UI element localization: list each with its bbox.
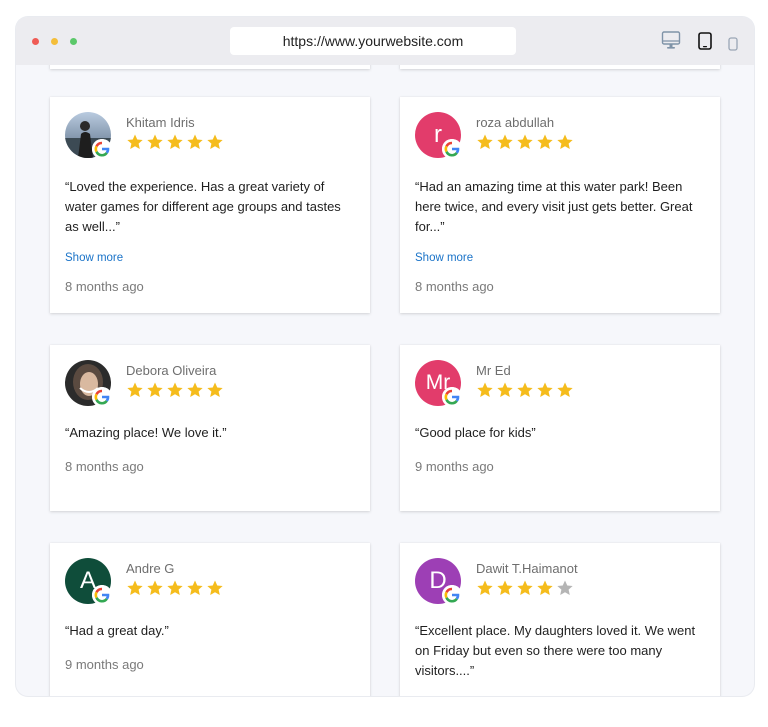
star-icon [517, 580, 533, 595]
desktop-icon[interactable] [661, 30, 681, 55]
review-date: 8 months ago [415, 279, 494, 294]
star-icon [147, 580, 163, 595]
star-icon [477, 382, 493, 397]
star-icon [187, 580, 203, 595]
star-icon [147, 382, 163, 397]
avatar: A [65, 558, 113, 606]
tablet-icon[interactable] [698, 32, 712, 55]
star-icon-empty [557, 580, 573, 595]
star-icon [517, 382, 533, 397]
star-rating [126, 579, 224, 597]
review-card-partial [50, 65, 370, 69]
star-icon [557, 134, 573, 149]
google-icon [442, 585, 462, 605]
review-card: A Andre G “Had a great day.” 9 months ag… [50, 543, 370, 696]
star-icon [497, 580, 513, 595]
star-icon [167, 580, 183, 595]
star-rating [476, 579, 574, 597]
review-text: “Had a great day.” [65, 623, 169, 638]
review-date: 9 months ago [65, 657, 144, 672]
google-icon [92, 585, 112, 605]
star-icon [167, 134, 183, 149]
review-card: r roza abdullah “Had an amazing time at … [400, 97, 720, 313]
star-icon [537, 382, 553, 397]
avatar: D [415, 558, 463, 606]
google-icon [92, 139, 112, 159]
star-icon [557, 382, 573, 397]
show-more-link[interactable]: Show more [65, 252, 123, 264]
star-icon [207, 382, 223, 397]
reviewer-name[interactable]: Khitam Idris [126, 115, 195, 130]
star-icon [517, 134, 533, 149]
star-rating [126, 381, 224, 399]
star-rating [126, 133, 224, 151]
star-icon [477, 580, 493, 595]
star-icon [207, 580, 223, 595]
review-card: Debora Oliveira “Amazing place! We love … [50, 345, 370, 511]
avatar [65, 360, 113, 408]
review-card: Khitam Idris “Loved the experience. Has … [50, 97, 370, 313]
star-icon [497, 382, 513, 397]
minimize-window-button[interactable] [51, 38, 58, 45]
star-icon [537, 580, 553, 595]
review-date: 8 months ago [65, 459, 144, 474]
star-icon [127, 134, 143, 149]
review-card: D Dawit T.Haimanot “Excellent place. My … [400, 543, 720, 696]
star-icon [127, 382, 143, 397]
google-icon [442, 387, 462, 407]
address-bar[interactable]: https://www.yourwebsite.com [230, 27, 516, 55]
star-icon [147, 134, 163, 149]
star-icon [207, 134, 223, 149]
review-card-partial [400, 65, 720, 69]
reviewer-name[interactable]: Mr Ed [476, 363, 511, 378]
review-text: “Loved the experience. Has a great varie… [65, 179, 341, 234]
close-window-button[interactable] [32, 38, 39, 45]
star-icon [187, 134, 203, 149]
avatar [65, 112, 113, 160]
reviewer-name[interactable]: Debora Oliveira [126, 363, 216, 378]
star-rating [476, 133, 574, 151]
show-more-link[interactable]: Show more [415, 252, 473, 264]
reviewer-name[interactable]: Dawit T.Haimanot [476, 561, 578, 576]
browser-window: https://www.yourwebsite.com Khitam Idris… [16, 17, 754, 696]
review-text: “Good place for kids” [415, 425, 536, 440]
google-icon [92, 387, 112, 407]
google-icon [442, 139, 462, 159]
browser-titlebar: https://www.yourwebsite.com [16, 17, 754, 65]
review-date: 9 months ago [415, 459, 494, 474]
reviewer-name[interactable]: roza abdullah [476, 115, 554, 130]
star-rating [476, 381, 574, 399]
star-icon [127, 580, 143, 595]
review-text: “Excellent place. My daughters loved it.… [415, 623, 696, 678]
avatar: Mr [415, 360, 463, 408]
star-icon [187, 382, 203, 397]
reviewer-name[interactable]: Andre G [126, 561, 174, 576]
star-icon [477, 134, 493, 149]
review-date: 8 months ago [65, 279, 144, 294]
mobile-icon[interactable] [728, 37, 738, 56]
avatar: r [415, 112, 463, 160]
star-icon [167, 382, 183, 397]
star-icon [497, 134, 513, 149]
maximize-window-button[interactable] [70, 38, 77, 45]
review-text: “Had an amazing time at this water park!… [415, 179, 693, 234]
review-text: “Amazing place! We love it.” [65, 425, 227, 440]
review-card: Mr Mr Ed “Good place for kids” 9 months … [400, 345, 720, 511]
star-icon [537, 134, 553, 149]
reviews-grid: Khitam Idris “Loved the experience. Has … [16, 65, 754, 696]
